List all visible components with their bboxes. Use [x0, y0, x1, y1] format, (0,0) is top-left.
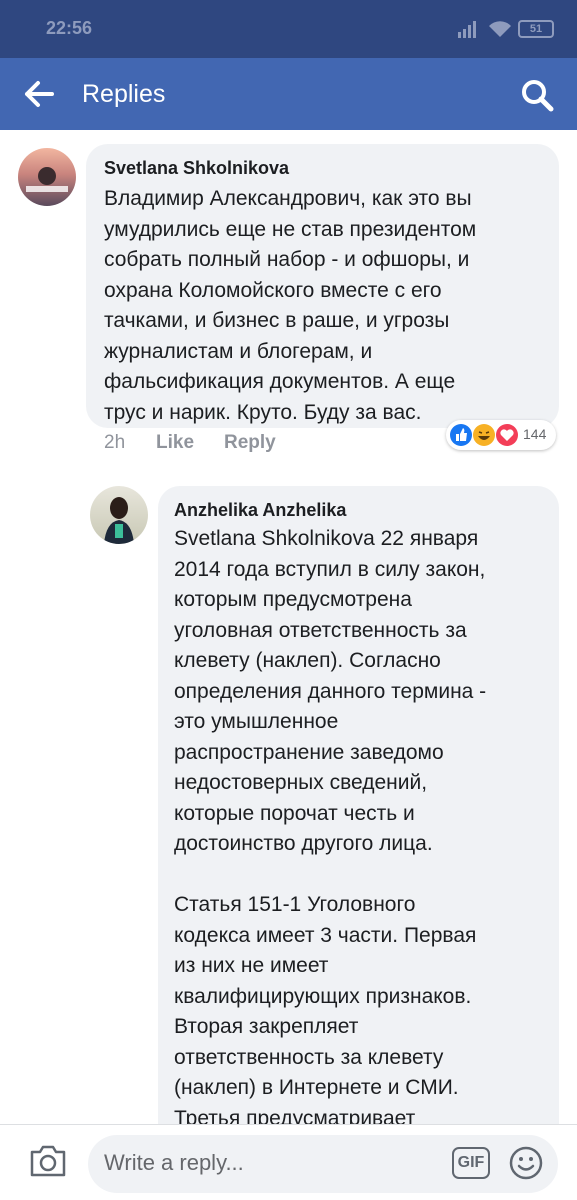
comment-text: Svetlana Shkolnikova 22 января 2014 года… [174, 527, 487, 1130]
reply-composer: Write a reply... GIF [0, 1124, 577, 1200]
comment-time: 2h [104, 432, 126, 453]
battery-indicator: 51 [518, 20, 554, 38]
avatar[interactable] [90, 486, 148, 544]
reply-comment: Anzhelika Anzhelika Svetlana Shkolnikova… [0, 470, 577, 1166]
status-bar: 22:56 51 [0, 0, 577, 58]
back-arrow-icon[interactable] [24, 80, 54, 108]
reactions-summary[interactable]: 144 [446, 420, 556, 450]
status-time: 22:56 [46, 18, 93, 38]
camera-icon[interactable] [28, 1143, 68, 1179]
comment-author[interactable]: Svetlana Shkolnikova [104, 158, 289, 179]
reply-input[interactable]: Write a reply... GIF [88, 1135, 558, 1193]
comment: Svetlana Shkolnikova Владимир Александро… [0, 130, 577, 470]
like-button[interactable]: Like [156, 432, 194, 454]
avatar[interactable] [18, 148, 76, 206]
wifi-icon [489, 21, 511, 37]
comment-text: Владимир Александрович, как это вы умудр… [104, 187, 477, 424]
emoji-icon[interactable] [508, 1145, 544, 1181]
comment-bubble: Anzhelika Anzhelika Svetlana Shkolnikova… [158, 486, 559, 1166]
reaction-count: 144 [523, 426, 547, 442]
love-reaction-icon [496, 424, 518, 446]
comment-bubble: Svetlana Shkolnikova Владимир Александро… [86, 144, 559, 428]
search-icon[interactable] [520, 78, 554, 112]
comment-author[interactable]: Anzhelika Anzhelika [174, 500, 346, 521]
app-bar: Replies [0, 58, 577, 130]
page-title: Replies [82, 80, 166, 108]
reply-placeholder: Write a reply... [104, 1150, 244, 1175]
reply-button[interactable]: Reply [224, 432, 276, 454]
haha-reaction-icon [473, 424, 495, 446]
gif-button[interactable]: GIF [452, 1147, 490, 1179]
signal-icon [458, 21, 476, 38]
like-reaction-icon [450, 424, 472, 446]
